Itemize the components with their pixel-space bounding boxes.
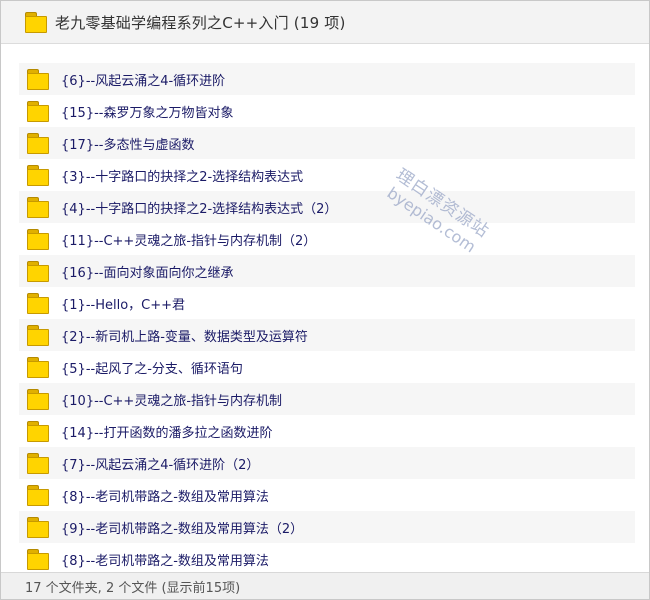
list-item[interactable]: {8}--老司机带路之-数组及常用算法	[19, 543, 635, 573]
list-item-label: {5}--起风了之-分支、循环语句	[61, 361, 243, 377]
folder-icon	[27, 197, 49, 218]
folder-icon	[27, 549, 49, 570]
list-item-label: {10}--C++灵魂之旅-指针与内存机制	[61, 393, 283, 409]
list-item-label: {2}--新司机上路-变量、数据类型及运算符	[61, 329, 308, 345]
list-item[interactable]: {8}--老司机带路之-数组及常用算法	[19, 479, 635, 511]
folder-list: {6}--风起云涌之4-循环进阶 {15}--森罗万象之万物皆对象 {17}--多态…	[19, 63, 635, 573]
folder-icon	[25, 12, 47, 33]
list-item[interactable]: {6}--风起云涌之4-循环进阶	[19, 63, 635, 95]
folder-icon	[27, 165, 49, 186]
list-item-label: {17}--多态性与虚函数	[61, 137, 195, 153]
window-title: 老九零基础学编程系列之C++入门 (19 项)	[55, 13, 346, 32]
list-item-label: {4}--十字路口的抉择之2-选择结构表达式（2）	[61, 201, 338, 217]
folder-icon	[27, 69, 49, 90]
list-item-label: {8}--老司机带路之-数组及常用算法	[61, 553, 269, 569]
folder-icon	[27, 357, 49, 378]
folder-icon	[27, 261, 49, 282]
folder-icon	[27, 517, 49, 538]
list-item-label: {3}--十字路口的抉择之2-选择结构表达式	[61, 169, 304, 185]
status-bar: 17 个文件夹, 2 个文件 (显示前15项)	[1, 572, 649, 599]
folder-icon	[27, 325, 49, 346]
list-item[interactable]: {3}--十字路口的抉择之2-选择结构表达式	[19, 159, 635, 191]
list-item[interactable]: {7}--风起云涌之4-循环进阶（2）	[19, 447, 635, 479]
list-item-label: {15}--森罗万象之万物皆对象	[61, 105, 234, 121]
folder-icon	[27, 389, 49, 410]
list-item[interactable]: {4}--十字路口的抉择之2-选择结构表达式（2）	[19, 191, 635, 223]
list-item-label: {9}--老司机带路之-数组及常用算法（2）	[61, 521, 304, 537]
folder-icon	[27, 293, 49, 314]
list-item-label: {7}--风起云涌之4-循环进阶（2）	[61, 457, 260, 473]
list-item[interactable]: {10}--C++灵魂之旅-指针与内存机制	[19, 383, 635, 415]
list-item[interactable]: {16}--面向对象面向你之继承	[19, 255, 635, 287]
list-item-label: {1}--Hello，C++君	[61, 297, 186, 313]
folder-icon	[27, 421, 49, 442]
window-header: 老九零基础学编程系列之C++入门 (19 项)	[1, 1, 649, 44]
list-item-label: {16}--面向对象面向你之继承	[61, 265, 234, 281]
list-item[interactable]: {17}--多态性与虚函数	[19, 127, 635, 159]
folder-icon	[27, 229, 49, 250]
list-item[interactable]: {14}--打开函数的潘多拉之函数进阶	[19, 415, 635, 447]
status-text: 17 个文件夹, 2 个文件 (显示前15项)	[25, 580, 241, 596]
list-item[interactable]: {11}--C++灵魂之旅-指针与内存机制（2）	[19, 223, 635, 255]
file-list-window: 老九零基础学编程系列之C++入门 (19 项) {6}--风起云涌之4-循环进阶…	[0, 0, 650, 600]
list-item-label: {11}--C++灵魂之旅-指针与内存机制（2）	[61, 233, 317, 249]
list-item-label: {14}--打开函数的潘多拉之函数进阶	[61, 425, 273, 441]
folder-icon	[27, 133, 49, 154]
folder-icon	[27, 101, 49, 122]
list-item-label: {6}--风起云涌之4-循环进阶	[61, 73, 226, 89]
list-item-label: {8}--老司机带路之-数组及常用算法	[61, 489, 269, 505]
folder-icon	[27, 453, 49, 474]
list-item[interactable]: {9}--老司机带路之-数组及常用算法（2）	[19, 511, 635, 543]
list-item[interactable]: {2}--新司机上路-变量、数据类型及运算符	[19, 319, 635, 351]
list-item[interactable]: {1}--Hello，C++君	[19, 287, 635, 319]
list-item[interactable]: {15}--森罗万象之万物皆对象	[19, 95, 635, 127]
folder-icon	[27, 485, 49, 506]
list-item[interactable]: {5}--起风了之-分支、循环语句	[19, 351, 635, 383]
